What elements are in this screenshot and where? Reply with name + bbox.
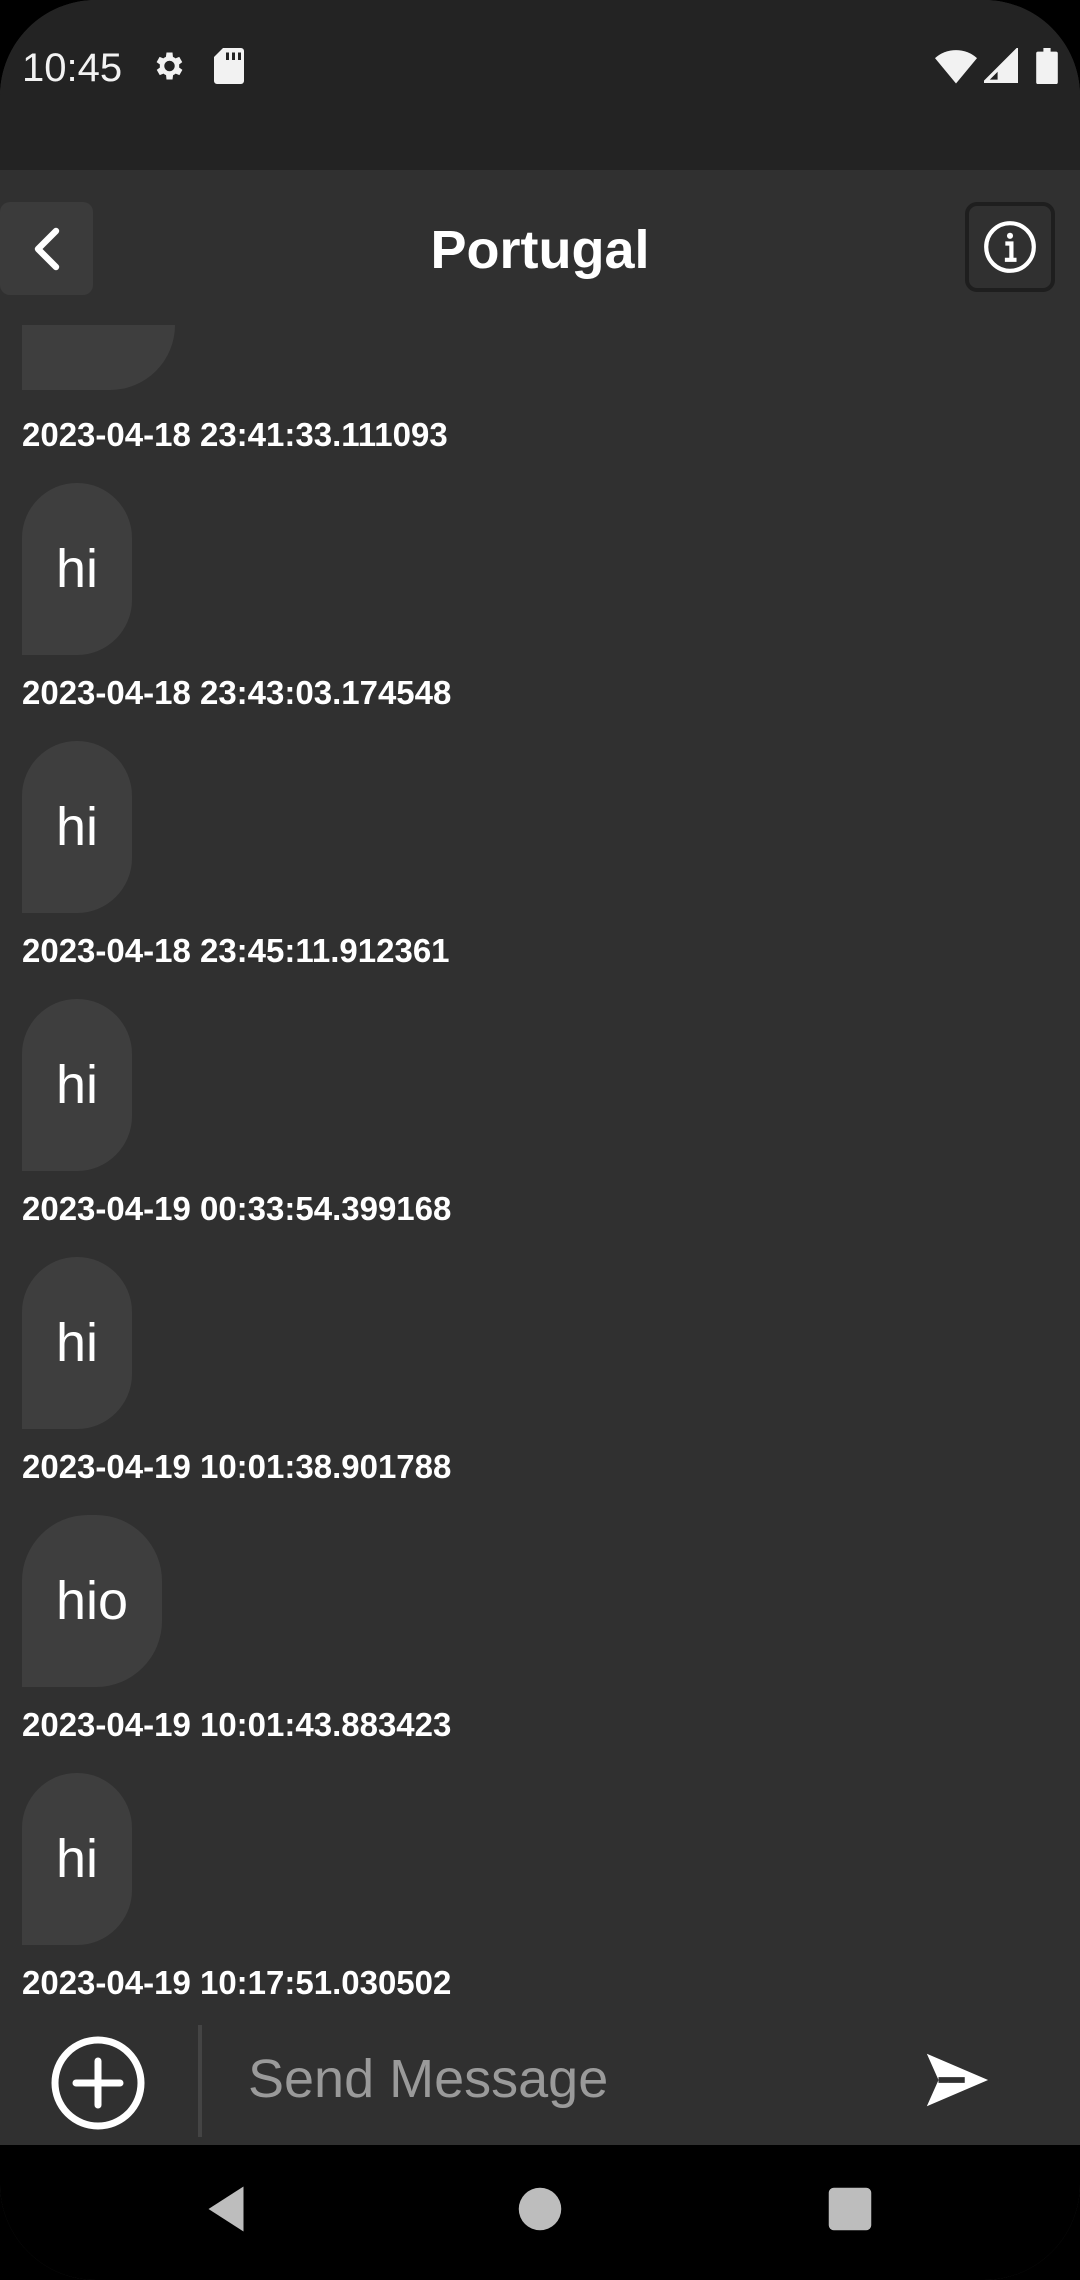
- message-timestamp: 2023-04-18 23:45:11.912361: [22, 932, 450, 969]
- message-item: 2023-04-19 10:17:51.030502: [22, 1963, 451, 2003]
- message-item: 2023-04-18 23:45:11.912361 hi: [22, 931, 450, 1171]
- nav-recents-icon[interactable]: [820, 2179, 880, 2239]
- message-input[interactable]: [248, 2039, 878, 2119]
- signal-icon: [984, 48, 1018, 83]
- info-icon: [984, 221, 1036, 273]
- message-bubble[interactable]: hi: [22, 1773, 133, 1945]
- app-bar: Portugal: [0, 170, 1080, 325]
- status-bar: 10:45: [0, 0, 1080, 170]
- message-bubble[interactable]: hi: [22, 999, 133, 1171]
- message-timestamp: 2023-04-18 23:41:33.111093: [22, 416, 448, 453]
- message-bubble[interactable]: hi: [22, 741, 133, 913]
- message-item: 2023-04-19 10:01:38.901788 hio: [22, 1447, 451, 1687]
- phone-screen: 10:45 Portugal 2023-04-18 23:41:33.11109…: [0, 0, 1080, 2280]
- nav-back-icon[interactable]: [196, 2179, 256, 2239]
- message-item: 2023-04-19 00:33:54.399168 hi: [22, 1189, 451, 1429]
- message-bubble[interactable]: hi: [22, 1257, 133, 1429]
- message-timestamp: 2023-04-19 10:01:38.901788: [22, 1448, 452, 1485]
- message-timestamp: 2023-04-18 23:43:03.174548: [22, 674, 452, 711]
- page-title: Portugal: [430, 220, 650, 280]
- message-item: 2023-04-18 23:43:03.174548 hi: [22, 673, 451, 913]
- gear-icon: [156, 52, 183, 80]
- message-item: 2023-04-19 10:01:43.883423 hi: [22, 1705, 451, 1945]
- message-timestamp: 2023-04-19 00:33:54.399168: [22, 1190, 452, 1227]
- message-bubble[interactable]: hio: [22, 1515, 163, 1687]
- system-navigation-bar: [0, 2145, 1080, 2280]
- nav-home-icon[interactable]: [510, 2179, 570, 2239]
- message-composer: [0, 2015, 1080, 2145]
- composer-divider: [198, 2025, 202, 2137]
- info-button[interactable]: [965, 202, 1055, 292]
- battery-icon: [1036, 48, 1058, 84]
- message-timestamp: 2023-04-19 10:01:43.883423: [22, 1706, 452, 1743]
- sd-card-icon: [214, 48, 244, 84]
- message-bubble[interactable]: hi: [22, 483, 133, 655]
- message-list[interactable]: 2023-04-18 23:41:33.111093 hi 2023-04-18…: [0, 325, 1080, 2015]
- message-item: 2023-04-18 23:41:33.111093 hi: [22, 415, 448, 655]
- status-time: 10:45: [22, 46, 123, 90]
- send-button[interactable]: [920, 2045, 992, 2115]
- message-bubble-partial: [22, 325, 175, 390]
- add-attachment-button[interactable]: [50, 2035, 146, 2131]
- wifi-icon: [935, 50, 977, 84]
- message-timestamp: 2023-04-19 10:17:51.030502: [22, 1964, 452, 2001]
